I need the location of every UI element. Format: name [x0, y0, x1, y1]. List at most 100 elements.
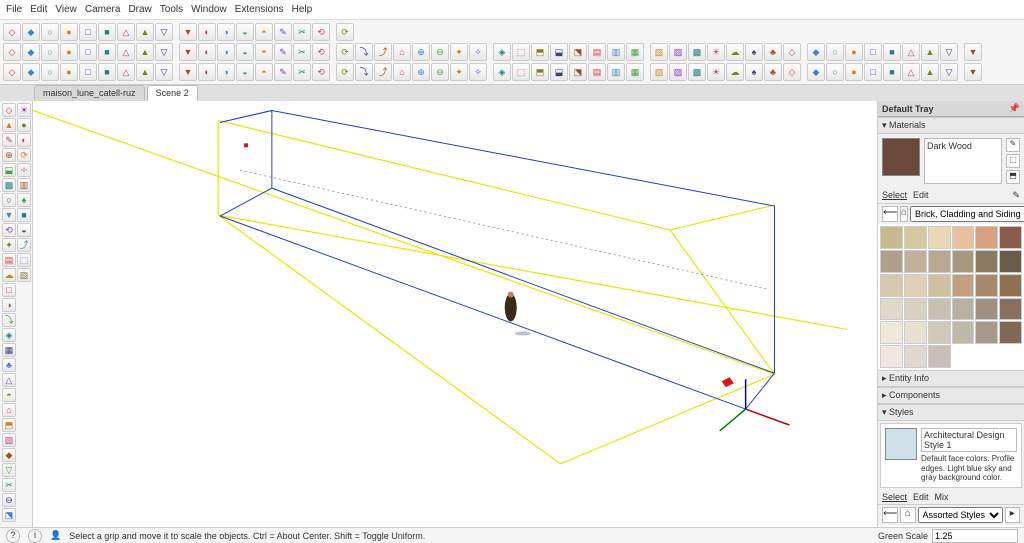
toolbar2-btn-22[interactable]: ⊖ [431, 43, 449, 61]
menu-camera[interactable]: Camera [85, 4, 121, 15]
toolbar2-btn-5[interactable]: ■ [98, 43, 116, 61]
toolbar2-btn-18[interactable]: ⤵ [355, 43, 373, 61]
toolbar2-btn-0[interactable]: ◇ [3, 43, 21, 61]
material-swatch-1[interactable] [904, 226, 927, 249]
toolbar2-btn-17[interactable]: ⟳ [336, 43, 354, 61]
toolbar2-btn-21[interactable]: ⊕ [412, 43, 430, 61]
select-tool[interactable]: ◇ [2, 103, 16, 117]
text-tool[interactable]: ◑ [2, 298, 16, 312]
toolbar1-btn-1[interactable]: ◆ [22, 23, 40, 41]
toolbar1-btn-12[interactable]: ◒ [236, 23, 254, 41]
left-tool-39[interactable]: ▧ [17, 268, 31, 282]
materials-edit-icon[interactable]: ✎ [1012, 190, 1020, 201]
style-name-field[interactable]: Architectural Design Style 1 [921, 428, 1017, 452]
toolbar2-btn-11[interactable]: ◑ [217, 43, 235, 61]
material-swatch-4[interactable] [975, 226, 998, 249]
materials-panel-header[interactable]: ▾ Materials [878, 117, 1024, 134]
toolbar2-btn-47[interactable]: ▲ [921, 43, 939, 61]
left-tool-37[interactable]: ⤴ [17, 238, 31, 252]
arc-tool[interactable]: ⊕ [2, 148, 16, 162]
toolbar3-btn-10[interactable]: ◐ [198, 63, 216, 81]
toolbar2-btn-48[interactable]: ▽ [940, 43, 958, 61]
tray-pin-icon[interactable]: 📌 [1009, 103, 1020, 114]
material-swatch-30[interactable] [880, 345, 903, 368]
toolbar3-btn-29[interactable]: ⬔ [569, 63, 587, 81]
current-material-swatch[interactable] [882, 138, 920, 176]
toolbar2-btn-37[interactable]: ☁ [726, 43, 744, 61]
toolbar2-btn-30[interactable]: ▤ [588, 43, 606, 61]
rectangle-tool[interactable]: ⬓ [2, 163, 16, 177]
material-swatch-26[interactable] [928, 321, 951, 344]
entity-info-header[interactable]: ▸ Entity Info [878, 370, 1024, 387]
material-swatch-9[interactable] [952, 250, 975, 273]
material-swatch-19[interactable] [904, 298, 927, 321]
toolbar2-btn-6[interactable]: △ [117, 43, 135, 61]
toolbar2-btn-31[interactable]: ▥ [607, 43, 625, 61]
material-swatch-21[interactable] [952, 298, 975, 321]
toolbar2-btn-16[interactable]: ⟲ [312, 43, 330, 61]
toolbar3-btn-35[interactable]: ▩ [688, 63, 706, 81]
left-tool-36[interactable]: ◒ [17, 223, 31, 237]
material-swatch-7[interactable] [904, 250, 927, 273]
menu-window[interactable]: Window [191, 4, 227, 15]
toolbar2-btn-23[interactable]: ✦ [450, 43, 468, 61]
toolbar2-btn-35[interactable]: ▩ [688, 43, 706, 61]
material-swatch-20[interactable] [928, 298, 951, 321]
toolbar2-btn-10[interactable]: ◐ [198, 43, 216, 61]
styles-back-button[interactable]: ⟵ [882, 507, 898, 523]
section-tool[interactable]: ◓ [2, 388, 16, 402]
styles-menu-button[interactable]: ▸ [1005, 507, 1021, 523]
toolbar2-btn-46[interactable]: △ [902, 43, 920, 61]
scene-tab-1[interactable]: maison_lune_catell-ruz [34, 85, 145, 101]
toolbar1-btn-15[interactable]: ✂ [293, 23, 311, 41]
help-button[interactable]: ? [6, 529, 20, 543]
rotate-tool[interactable]: ✦ [2, 238, 16, 252]
toolbar2-btn-33[interactable]: ▧ [650, 43, 668, 61]
material-swatch-25[interactable] [904, 321, 927, 344]
material-swatch-28[interactable] [975, 321, 998, 344]
toolbar3-btn-24[interactable]: ✧ [469, 63, 487, 81]
toolbar1-btn-17[interactable]: ⟳ [336, 23, 354, 41]
material-swatch-23[interactable] [999, 298, 1022, 321]
material-swatch-18[interactable] [880, 298, 903, 321]
paint-tool[interactable]: ⤵ [2, 313, 16, 327]
toolbar3-btn-22[interactable]: ⊖ [431, 63, 449, 81]
toolbar3-btn-42[interactable]: ○ [826, 63, 844, 81]
camera-tool[interactable]: ⬔ [2, 508, 16, 522]
toolbar2-btn-12[interactable]: ◒ [236, 43, 254, 61]
axes-tool[interactable]: ⌂ [2, 403, 16, 417]
toolbar3-btn-17[interactable]: ⟳ [336, 63, 354, 81]
left-tool-38[interactable]: ⬚ [17, 253, 31, 267]
material-swatch-6[interactable] [880, 250, 903, 273]
toolbar2-btn-4[interactable]: □ [79, 43, 97, 61]
scale-grip[interactable] [722, 377, 734, 387]
toolbar3-btn-36[interactable]: ☀ [707, 63, 725, 81]
material-swatch-2[interactable] [928, 226, 951, 249]
toolbar3-btn-27[interactable]: ⬒ [531, 63, 549, 81]
toolbar1-btn-5[interactable]: ■ [98, 23, 116, 41]
followme-tool[interactable]: ◆ [2, 448, 16, 462]
toolbar2-btn-29[interactable]: ⬔ [569, 43, 587, 61]
material-swatch-27[interactable] [952, 321, 975, 344]
toolbar2-btn-14[interactable]: ✎ [274, 43, 292, 61]
styles-mix-tab[interactable]: Mix [935, 492, 949, 502]
toolbar3-btn-49[interactable]: ▼ [964, 63, 982, 81]
material-name-field[interactable]: Dark Wood [924, 138, 1002, 184]
tape-tool[interactable]: ☁ [2, 268, 16, 282]
toolbar3-btn-6[interactable]: △ [117, 63, 135, 81]
toolbar2-btn-7[interactable]: ▲ [136, 43, 154, 61]
toolbar2-btn-40[interactable]: ◇ [783, 43, 801, 61]
scene-tab-2[interactable]: Scene 2 [147, 85, 198, 101]
solid-tool[interactable]: ✂ [2, 478, 16, 492]
toolbar2-btn-1[interactable]: ◆ [22, 43, 40, 61]
toolbar3-btn-46[interactable]: △ [902, 63, 920, 81]
toolbar1-btn-2[interactable]: ○ [41, 23, 59, 41]
toolbar3-btn-39[interactable]: ♣ [764, 63, 782, 81]
toolbar2-btn-25[interactable]: ◈ [493, 43, 511, 61]
menu-extensions[interactable]: Extensions [235, 4, 284, 15]
styles-header[interactable]: ▾ Styles [878, 404, 1024, 421]
create-material-button[interactable]: ✎ [1006, 138, 1020, 152]
material-swatch-29[interactable] [999, 321, 1022, 344]
toolbar1-btn-11[interactable]: ◑ [217, 23, 235, 41]
toolbar3-btn-33[interactable]: ▧ [650, 63, 668, 81]
